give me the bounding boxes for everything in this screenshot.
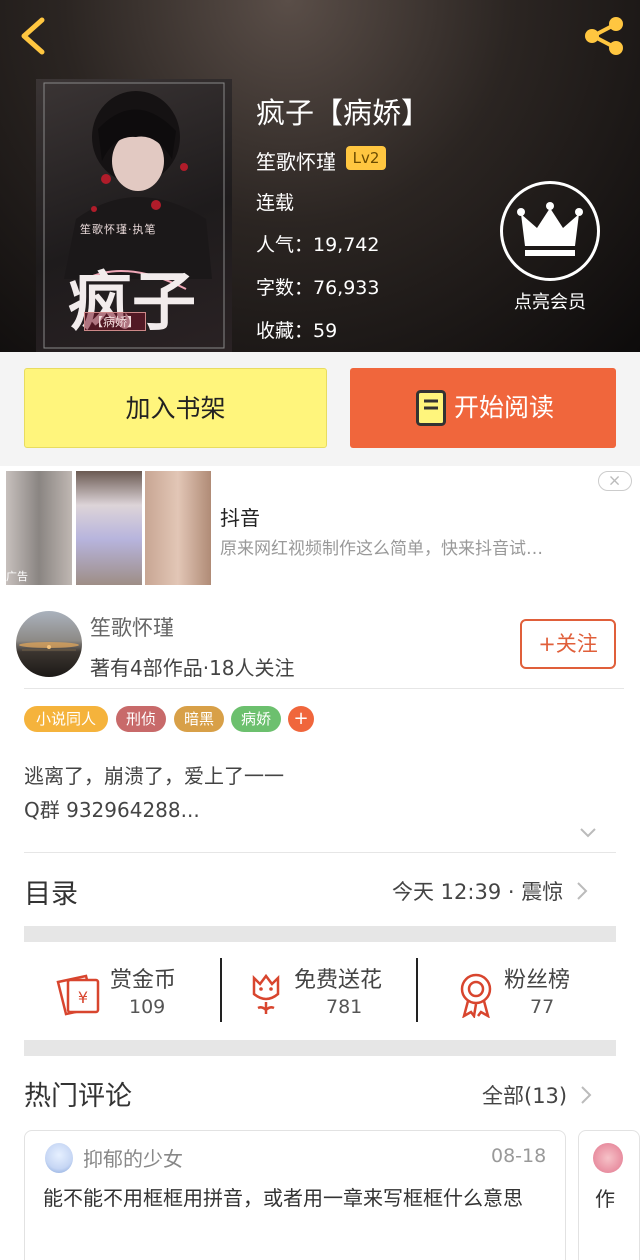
author-name[interactable]: 笙歌怀瑾 <box>90 612 174 642</box>
comment-text: 能不能不用框框用拼音，或者用一章来写框框什么意思 <box>43 1186 523 1210</box>
vip-label[interactable]: 点亮会员 <box>500 288 600 314</box>
hot-comments-label: 热门评论 <box>24 1081 132 1112</box>
comment-card[interactable]: 作 <box>578 1130 640 1260</box>
reward-coins-label: 赏金币 <box>110 968 177 993</box>
medal-icon <box>460 973 492 1018</box>
reward-coins-value: 109 <box>129 996 166 1018</box>
book-description-line1: 逃离了，崩溃了，爱上了一一 <box>24 764 284 788</box>
ad-title: 抖音 <box>220 506 260 530</box>
avatar-landscape <box>19 642 79 651</box>
book-popularity: 人气：19,742 <box>256 234 380 256</box>
back-arrow-icon[interactable] <box>14 14 54 58</box>
book-title: 疯子【病娇】 <box>256 96 431 130</box>
book-author[interactable]: 笙歌怀瑾 <box>256 146 336 175</box>
book-word-count: 字数：76,933 <box>256 277 380 299</box>
svg-text:¥: ¥ <box>78 988 88 1007</box>
tag-detective[interactable]: 刑侦 <box>116 706 166 732</box>
book-status: 连载 <box>256 192 295 214</box>
book-header: 笙歌怀瑾·执笔 疯子 【病娇】 疯子【病娇】 笙歌怀瑾 Lv2 连载 人气：19… <box>0 0 640 352</box>
reward-coins-stat[interactable]: ¥ 赏金币 109 <box>54 958 214 1028</box>
ad-banner[interactable]: 广告 抖音 原来网红视频制作这么简单，快来抖音试… <box>0 466 640 600</box>
stat-divider <box>220 958 222 1022</box>
book-favorites: 收藏：59 <box>256 320 338 342</box>
free-flowers-label: 免费送花 <box>294 968 383 993</box>
tag-yandere[interactable]: 病娇 <box>231 706 281 732</box>
comment-date: 08-18 <box>491 1145 547 1167</box>
all-comments-link[interactable]: 全部(13) <box>482 1080 592 1110</box>
vip-button[interactable] <box>500 181 600 281</box>
author-avatar[interactable] <box>16 611 82 677</box>
flower-icon <box>252 973 280 1014</box>
commenter-avatar[interactable] <box>593 1143 623 1173</box>
toc-label[interactable]: 目录 <box>24 872 78 911</box>
free-flowers-value: 781 <box>326 996 363 1018</box>
crown-icon <box>517 202 583 256</box>
ad-close-button[interactable] <box>598 471 632 491</box>
start-reading-label: 开始阅读 <box>454 393 555 422</box>
free-flowers-stat[interactable]: 免费送花 781 <box>246 958 416 1028</box>
fan-ranking-label: 粉丝榜 <box>504 968 571 993</box>
follow-button[interactable]: +关注 <box>520 619 616 669</box>
author-level-badge: Lv2 <box>346 146 386 170</box>
commenter-avatar[interactable] <box>45 1143 73 1173</box>
red-envelope-icon: ¥ <box>56 974 100 1016</box>
toc-latest-chapter[interactable]: 今天 12:39 · 震惊 <box>392 876 588 906</box>
divider <box>24 852 616 853</box>
toc-latest-text: 今天 12:39 · 震惊 <box>392 880 564 904</box>
comment-card[interactable]: 抑郁的少女 08-18 能不能不用框框用拼音，或者用一章来写框框什么意思 <box>24 1130 566 1260</box>
close-icon <box>610 476 620 486</box>
ad-tag: 广告 <box>6 570 28 583</box>
book-cover[interactable]: 笙歌怀瑾·执笔 疯子 【病娇】 <box>36 79 232 352</box>
comment-text: 作 <box>595 1187 615 1211</box>
cover-subtitle: 【病娇】 <box>84 312 147 331</box>
chevron-down-icon[interactable] <box>578 826 598 840</box>
share-icon[interactable] <box>580 12 628 60</box>
cover-credit: 笙歌怀瑾·执笔 <box>80 223 157 236</box>
start-reading-button[interactable]: 开始阅读 <box>350 368 616 448</box>
book-icon <box>416 390 446 426</box>
chevron-right-icon <box>581 1086 592 1104</box>
book-description-line2: Q群 932964288... <box>24 798 200 822</box>
author-stats: 著有4部作品·18人关注 <box>90 656 295 680</box>
ad-image-2 <box>76 471 142 585</box>
fan-ranking-value: 77 <box>530 996 555 1018</box>
ad-description: 原来网红视频制作这么简单，快来抖音试… <box>220 539 543 559</box>
add-to-shelf-button[interactable]: 加入书架 <box>24 368 327 448</box>
divider <box>24 688 624 689</box>
tag-dark[interactable]: 暗黑 <box>174 706 224 732</box>
section-separator <box>24 926 616 942</box>
commenter-name[interactable]: 抑郁的少女 <box>83 1143 183 1172</box>
tag-fanfic[interactable]: 小说同人 <box>24 706 108 732</box>
section-separator <box>24 1040 616 1056</box>
detail-section: 笙歌怀瑾 著有4部作品·18人关注 +关注 小说同人 刑侦 暗黑 病娇 + 逃离… <box>0 600 640 1260</box>
add-tag-button[interactable]: + <box>288 706 314 732</box>
fan-ranking-stat[interactable]: 粉丝榜 77 <box>456 958 596 1028</box>
ad-image-3 <box>145 471 211 585</box>
chevron-right-icon <box>577 882 588 900</box>
all-comments-text: 全部(13) <box>482 1084 568 1108</box>
stat-divider <box>416 958 418 1022</box>
